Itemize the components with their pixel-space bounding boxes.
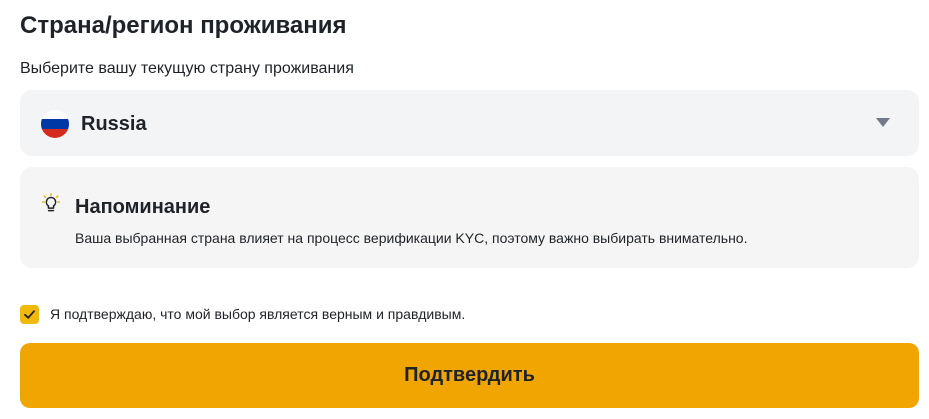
russia-flag-icon [41, 110, 69, 138]
reminder-text: Ваша выбранная страна влияет на процесс … [75, 230, 748, 246]
page-title: Страна/регион проживания [20, 12, 347, 39]
confirm-button[interactable]: Подтвердить [20, 343, 919, 408]
page-subtitle: Выберите вашу текущую страну проживания [20, 60, 354, 77]
checkmark-icon [24, 309, 35, 319]
confirmation-checkbox[interactable] [20, 304, 39, 324]
reminder-title: Напоминание [75, 196, 211, 218]
caret-down-icon[interactable] [876, 118, 890, 127]
lightbulb-icon [42, 193, 60, 212]
country-select-value: Russia [81, 113, 147, 135]
confirmation-label: Я подтверждаю, что мой выбор является ве… [50, 306, 466, 322]
confirmation-row: Я подтверждаю, что мой выбор является ве… [20, 303, 465, 325]
reminder-panel: Напоминание Ваша выбранная страна влияет… [20, 167, 919, 268]
country-select[interactable]: Russia [20, 90, 919, 156]
